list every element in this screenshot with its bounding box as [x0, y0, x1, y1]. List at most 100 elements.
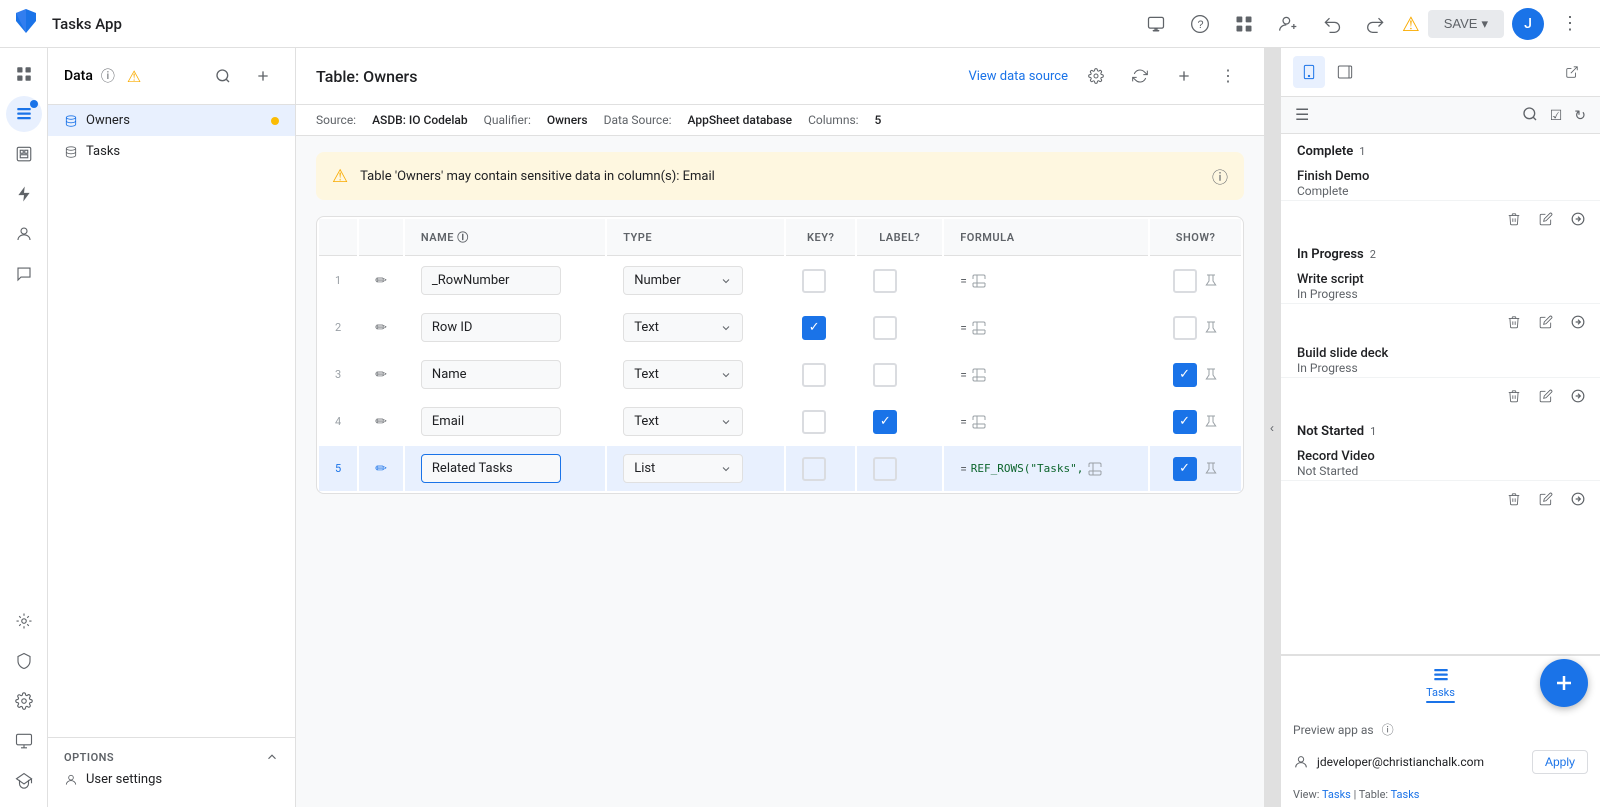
- apply-button[interactable]: Apply: [1532, 750, 1588, 774]
- edit-cell-5[interactable]: ✏: [359, 446, 403, 491]
- label-checkbox-2[interactable]: [873, 316, 897, 340]
- sidebar-item-views[interactable]: [6, 136, 42, 172]
- edit-icon-5[interactable]: ✏: [375, 461, 387, 477]
- preview-refresh-button[interactable]: ↻: [1572, 105, 1588, 126]
- edit-icon-2[interactable]: ✏: [375, 320, 387, 336]
- table-refresh-button[interactable]: [1124, 60, 1156, 92]
- edit-cell-3[interactable]: ✏: [359, 352, 403, 397]
- preview-button[interactable]: [1138, 6, 1174, 42]
- key-cell-1[interactable]: [786, 258, 855, 303]
- task-edit-button-4[interactable]: [1532, 485, 1560, 513]
- key-checkbox-1[interactable]: [802, 269, 826, 293]
- sidebar-table-tasks[interactable]: Tasks: [48, 136, 295, 167]
- external-link-button[interactable]: [1556, 56, 1588, 88]
- show-checkbox-1[interactable]: [1173, 269, 1197, 293]
- type-select-3[interactable]: Text: [623, 360, 743, 389]
- task-delete-button-2[interactable]: [1500, 308, 1528, 336]
- label-cell-5[interactable]: [857, 446, 942, 491]
- redo-button[interactable]: [1358, 6, 1394, 42]
- phone-view-button[interactable]: [1293, 56, 1325, 88]
- table-tasks-link[interactable]: Tasks: [1391, 788, 1420, 801]
- user-settings-row[interactable]: User settings: [64, 764, 279, 795]
- key-checkbox-3[interactable]: [802, 363, 826, 387]
- table-add-column-button[interactable]: [1168, 60, 1200, 92]
- more-menu-button[interactable]: ⋮: [1552, 6, 1588, 42]
- edit-cell-4[interactable]: ✏: [359, 399, 403, 444]
- tasks-nav-item[interactable]: Tasks: [1410, 662, 1471, 707]
- label-cell-2[interactable]: [857, 305, 942, 350]
- user-avatar[interactable]: J: [1512, 8, 1544, 40]
- field-name-2[interactable]: Row ID: [421, 313, 561, 342]
- sidebar-item-settings[interactable]: [6, 683, 42, 719]
- edit-icon-3[interactable]: ✏: [375, 367, 387, 383]
- task-edit-button-2[interactable]: [1532, 308, 1560, 336]
- view-tasks-link[interactable]: Tasks: [1322, 788, 1351, 801]
- type-select-2[interactable]: Text: [623, 313, 743, 342]
- sidebar-item-manage[interactable]: [6, 723, 42, 759]
- key-checkbox-4[interactable]: [802, 410, 826, 434]
- filter-button[interactable]: ☰: [1293, 103, 1311, 127]
- task-nav-button-2[interactable]: [1564, 308, 1592, 336]
- table-settings-button[interactable]: [1080, 60, 1112, 92]
- data-add-button[interactable]: [247, 60, 279, 92]
- integrations-button[interactable]: [1226, 6, 1262, 42]
- label-checkbox-1[interactable]: [873, 269, 897, 293]
- edit-icon-1[interactable]: ✏: [375, 273, 387, 289]
- undo-button[interactable]: [1314, 6, 1350, 42]
- sidebar-item-app[interactable]: [6, 56, 42, 92]
- label-checkbox-3[interactable]: [873, 363, 897, 387]
- task-delete-button-3[interactable]: [1500, 382, 1528, 410]
- show-checkbox-5[interactable]: ✓: [1173, 457, 1197, 481]
- key-cell-5[interactable]: [786, 446, 855, 491]
- type-select-5[interactable]: List: [623, 454, 743, 483]
- show-checkbox-3[interactable]: ✓: [1173, 363, 1197, 387]
- task-edit-button-3[interactable]: [1532, 382, 1560, 410]
- label-checkbox-4[interactable]: ✓: [873, 410, 897, 434]
- preview-search-button[interactable]: [1520, 104, 1540, 127]
- help-button[interactable]: ?: [1182, 6, 1218, 42]
- panel-collapse-button[interactable]: ‹: [1264, 48, 1280, 807]
- key-cell-2[interactable]: ✓: [786, 305, 855, 350]
- field-name-1[interactable]: _RowNumber: [421, 266, 561, 295]
- key-cell-4[interactable]: [786, 399, 855, 444]
- sidebar-item-users[interactable]: [6, 216, 42, 252]
- sidebar-item-security[interactable]: [6, 643, 42, 679]
- field-name-4[interactable]: Email: [421, 407, 561, 436]
- label-cell-3[interactable]: [857, 352, 942, 397]
- add-user-button[interactable]: [1270, 6, 1306, 42]
- preview-checkbox-button[interactable]: ☑: [1548, 105, 1565, 126]
- edit-cell-2[interactable]: ✏: [359, 305, 403, 350]
- data-search-button[interactable]: [207, 60, 239, 92]
- label-cell-4[interactable]: ✓: [857, 399, 942, 444]
- task-edit-button-1[interactable]: [1532, 205, 1560, 233]
- task-delete-button-1[interactable]: [1500, 205, 1528, 233]
- task-nav-button-3[interactable]: [1564, 382, 1592, 410]
- sidebar-item-intelligence[interactable]: [6, 603, 42, 639]
- sidebar-item-learn[interactable]: [6, 763, 42, 799]
- key-checkbox-5[interactable]: [802, 457, 826, 481]
- edit-cell-1[interactable]: ✏: [359, 258, 403, 303]
- add-task-fab[interactable]: [1540, 659, 1588, 707]
- show-checkbox-4[interactable]: ✓: [1173, 410, 1197, 434]
- type-select-1[interactable]: Number: [623, 266, 743, 295]
- label-cell-1[interactable]: [857, 258, 942, 303]
- table-more-button[interactable]: ⋮: [1212, 60, 1244, 92]
- task-delete-button-4[interactable]: [1500, 485, 1528, 513]
- field-name-5[interactable]: Related Tasks: [421, 454, 561, 483]
- sidebar-item-data[interactable]: [6, 96, 42, 132]
- show-checkbox-2[interactable]: [1173, 316, 1197, 340]
- type-select-4[interactable]: Text: [623, 407, 743, 436]
- task-nav-button-1[interactable]: [1564, 205, 1592, 233]
- key-cell-3[interactable]: [786, 352, 855, 397]
- warning-banner-info-icon[interactable]: ⓘ: [1212, 164, 1228, 188]
- key-checkbox-2[interactable]: ✓: [802, 316, 826, 340]
- sidebar-item-chat[interactable]: [6, 256, 42, 292]
- sidebar-item-automation[interactable]: [6, 176, 42, 212]
- label-checkbox-5[interactable]: [873, 457, 897, 481]
- view-data-source-link[interactable]: View data source: [968, 69, 1068, 84]
- edit-icon-4[interactable]: ✏: [375, 414, 387, 430]
- task-nav-button-4[interactable]: [1564, 485, 1592, 513]
- sidebar-table-owners[interactable]: Owners: [48, 105, 295, 136]
- tablet-view-button[interactable]: [1329, 56, 1361, 88]
- save-button[interactable]: SAVE ▾: [1428, 10, 1504, 38]
